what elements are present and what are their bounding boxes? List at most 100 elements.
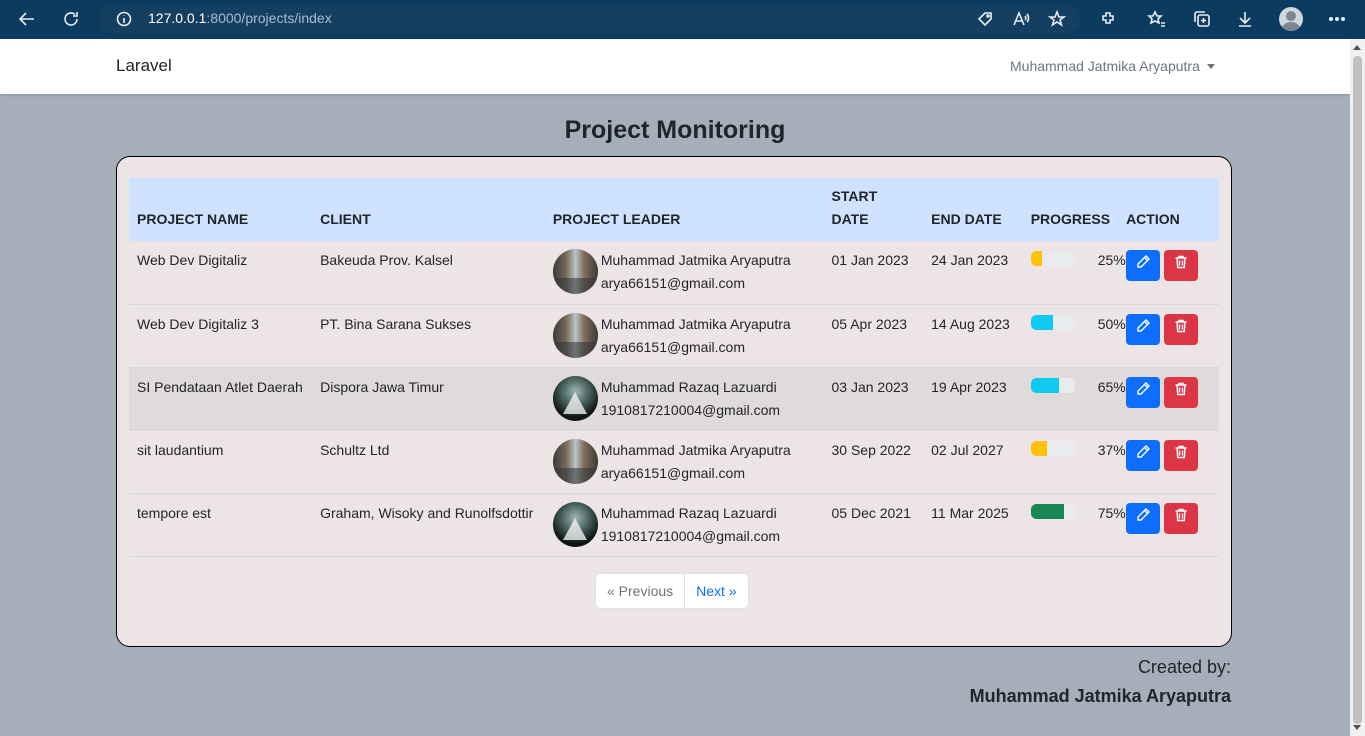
collections-icon[interactable] <box>1190 7 1214 31</box>
cell-client: Schultz Ltd <box>320 441 390 458</box>
edit-button[interactable] <box>1126 250 1161 281</box>
header-client[interactable]: CLIENT <box>312 178 545 241</box>
leader-name: Muhammad Razaq Lazuardi <box>600 378 777 395</box>
edit-button[interactable] <box>1126 313 1161 345</box>
cell-start-date: 03 Jan 2023 <box>831 378 909 395</box>
edit-button[interactable] <box>1126 502 1161 534</box>
browser-toolbar: 127.0.0.1:8000/projects/index <box>0 0 1365 39</box>
cell-project-leader: Muhammad Jatmika Aryaputra arya66151@gmai… <box>545 241 824 304</box>
leader-name: Muhammad Jatmika Aryaputra <box>600 315 791 332</box>
leader-avatar <box>552 312 598 358</box>
back-arrow-icon[interactable] <box>15 7 39 31</box>
progress-bar-fill <box>1030 503 1064 519</box>
progress-bar <box>1030 377 1075 393</box>
read-aloud-icon[interactable] <box>1012 10 1030 32</box>
next-page-button[interactable]: Next » <box>685 574 747 608</box>
cell-actions <box>1118 430 1219 493</box>
trash-icon <box>1173 507 1189 530</box>
leader-email: 1910817210004@gmail.com <box>600 527 781 544</box>
user-dropdown[interactable]: Muhammad Jatmika Aryaputra <box>1010 58 1215 74</box>
scrollbar-thumb[interactable] <box>1353 56 1362 724</box>
address-bar[interactable]: 127.0.0.1:8000/projects/index <box>100 5 1080 34</box>
pencil-icon <box>1135 318 1151 341</box>
cell-client: Graham, Wisoky and Runolfsdottir <box>320 504 534 521</box>
progress-bar-fill <box>1030 377 1060 393</box>
previous-page-button[interactable]: « Previous <box>596 574 686 608</box>
cell-client: Bakeuda Prov. Kalsel <box>320 252 453 268</box>
header-project-name[interactable]: PROJECT NAME <box>129 178 312 241</box>
progress-bar-fill <box>1030 251 1042 266</box>
leader-email: 1910817210004@gmail.com <box>600 401 781 418</box>
brand-link[interactable]: Laravel <box>116 56 172 76</box>
delete-button[interactable] <box>1164 250 1199 281</box>
cell-progress: 25% <box>1023 241 1126 304</box>
scroll-up-arrow-icon[interactable] <box>1353 45 1361 50</box>
url-path: :8000/projects/index <box>206 10 332 26</box>
cell-end-date: 19 Apr 2023 <box>931 378 1007 395</box>
header-progress[interactable]: PROGRESS <box>1023 178 1118 241</box>
cell-start-date: 01 Jan 2023 <box>831 252 909 268</box>
pencil-icon <box>1135 381 1151 404</box>
user-name: Muhammad Jatmika Aryaputra <box>1010 58 1200 74</box>
projects-table: PROJECT NAME CLIENT PROJECT LEADER START… <box>129 178 1219 557</box>
cell-end-date: 11 Mar 2025 <box>931 504 1009 521</box>
leader-email: arya66151@gmail.com <box>600 338 745 355</box>
caret-down-icon <box>1206 63 1215 69</box>
more-menu-icon[interactable] <box>1325 7 1349 31</box>
page-scrollbar[interactable] <box>1350 39 1365 736</box>
projects-card: PROJECT NAME CLIENT PROJECT LEADER START… <box>116 156 1232 647</box>
trash-icon <box>1173 381 1189 404</box>
extensions-icon[interactable] <box>1097 7 1121 31</box>
leader-avatar <box>552 249 598 294</box>
progress-percent: 65% <box>1097 378 1126 395</box>
cell-progress: 65% <box>1023 367 1126 430</box>
cell-project-name: tempore est <box>137 504 211 521</box>
progress-percent: 75% <box>1097 504 1126 521</box>
cell-start-date: 05 Apr 2023 <box>831 315 908 332</box>
footer-author-name: Muhammad Jatmika Aryaputra <box>969 686 1231 706</box>
leader-name: Muhammad Jatmika Aryaputra <box>600 252 791 268</box>
progress-bar <box>1030 251 1075 266</box>
cell-client: Dispora Jawa Timur <box>320 378 444 395</box>
pencil-icon <box>1135 507 1151 530</box>
url-text[interactable]: 127.0.0.1:8000/projects/index <box>148 10 332 26</box>
footer-created-by-label: Created by: <box>1137 657 1231 677</box>
table-row: tempore est Graham, Wisoky and Runolfsdot… <box>129 493 1219 556</box>
delete-button[interactable] <box>1164 439 1199 471</box>
edit-button[interactable] <box>1126 376 1161 408</box>
favorites-icon[interactable] <box>1145 7 1169 31</box>
delete-button[interactable] <box>1164 502 1199 534</box>
table-row: SI Pendataan Atlet Daerah Dispora Jawa Ti… <box>129 367 1219 430</box>
leader-avatar <box>552 438 598 484</box>
tag-icon[interactable] <box>976 10 994 32</box>
cell-actions <box>1118 304 1219 367</box>
cell-progress: 75% <box>1023 493 1126 556</box>
profile-avatar-icon[interactable] <box>1279 7 1303 31</box>
cell-project-leader: Muhammad Jatmika Aryaputra arya66151@gmai… <box>545 304 824 367</box>
downloads-icon[interactable] <box>1233 7 1257 31</box>
pagination: « Previous Next » <box>595 573 749 609</box>
table-row: Web Dev Digitaliz 3 PT. Bina Sarana Sukse… <box>129 304 1219 367</box>
scroll-down-arrow-icon[interactable] <box>1353 725 1361 730</box>
pencil-icon <box>1135 254 1151 277</box>
cell-end-date: 14 Aug 2023 <box>931 315 1010 332</box>
cell-project-leader: Muhammad Jatmika Aryaputra arya66151@gmai… <box>545 430 824 493</box>
favorite-star-icon[interactable] <box>1047 9 1067 32</box>
cell-end-date: 02 Jul 2027 <box>931 441 1004 458</box>
progress-percent: 37% <box>1097 441 1126 458</box>
delete-button[interactable] <box>1164 376 1199 408</box>
cell-project-leader: Muhammad Razaq Lazuardi 1910817210004@gma… <box>545 367 824 430</box>
url-host: 127.0.0.1 <box>148 10 207 26</box>
cell-project-leader: Muhammad Razaq Lazuardi 1910817210004@gma… <box>545 493 824 556</box>
progress-bar <box>1030 440 1075 456</box>
site-info-icon[interactable] <box>116 11 132 31</box>
header-end-date[interactable]: END DATE <box>923 178 1023 241</box>
header-project-leader[interactable]: PROJECT LEADER <box>545 178 824 241</box>
cell-project-name: SI Pendataan Atlet Daerah <box>137 378 303 395</box>
refresh-icon[interactable] <box>59 7 83 31</box>
cell-start-date: 30 Sep 2022 <box>831 441 911 458</box>
edit-button[interactable] <box>1126 439 1161 471</box>
progress-bar-fill <box>1030 314 1053 330</box>
header-start-date[interactable]: START DATE <box>824 178 924 241</box>
delete-button[interactable] <box>1164 313 1199 345</box>
